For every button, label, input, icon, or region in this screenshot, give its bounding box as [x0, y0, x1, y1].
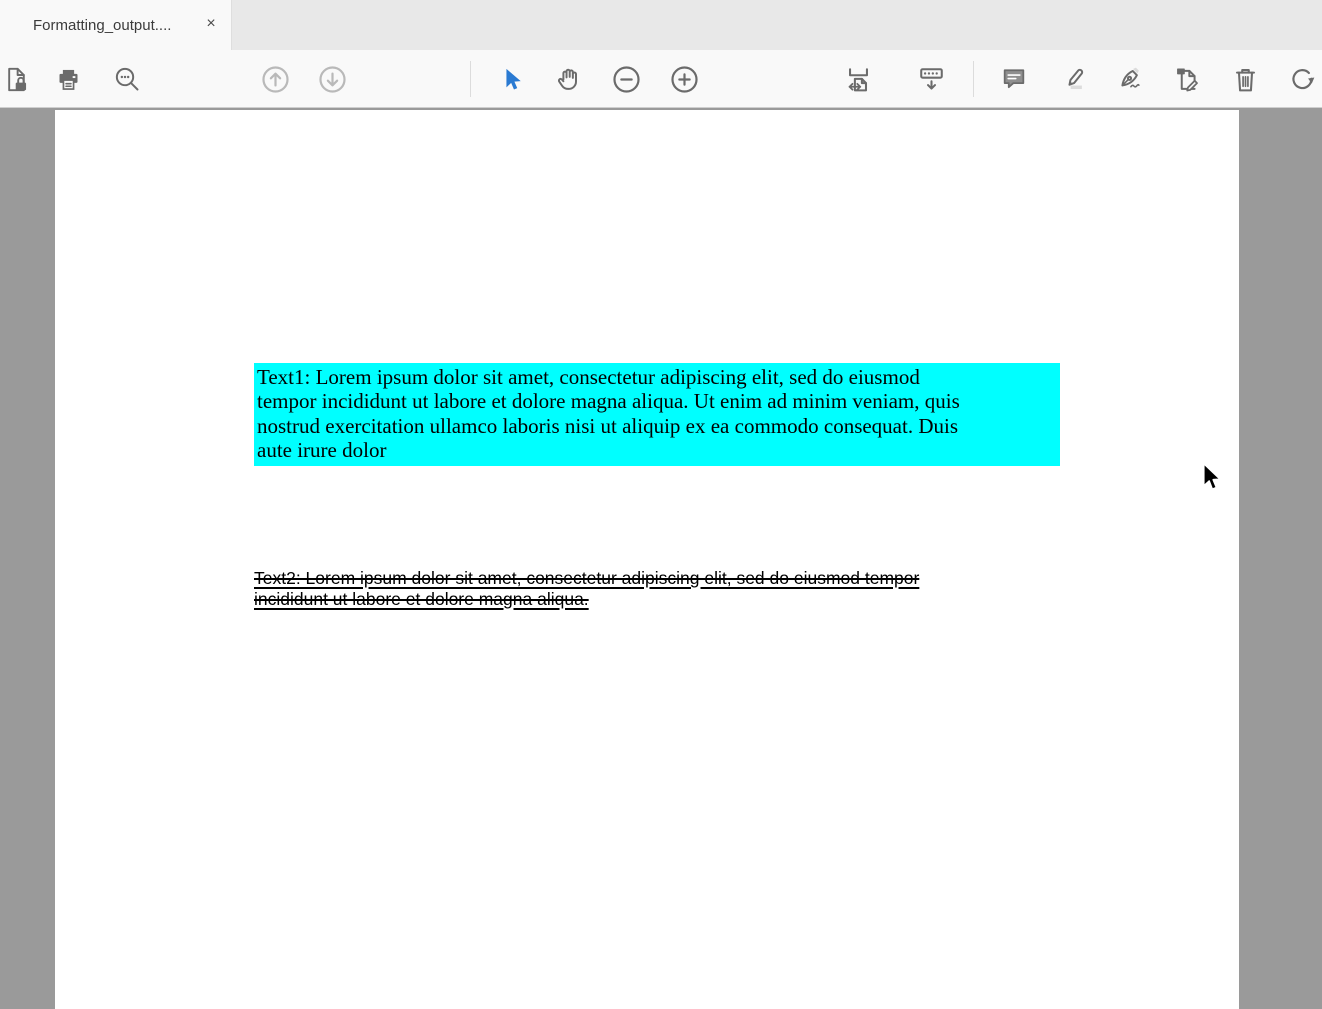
pointer-icon: [498, 66, 525, 93]
text2-line: incididunt ut labore et dolore magna ali…: [254, 589, 1024, 610]
tab-title: Formatting_output....: [33, 17, 171, 34]
hide-toolbar-button[interactable]: [914, 61, 948, 97]
text1-line: Text1: Lorem ipsum dolor sit amet, conse…: [257, 365, 1060, 389]
fit-width-icon: [844, 65, 873, 94]
text1-line: nostrud exercitation ullamco laboris nis…: [257, 414, 1060, 438]
document-lock-button[interactable]: [0, 61, 33, 97]
arrow-up-circle-icon: [260, 64, 291, 95]
tab-close-icon[interactable]: ×: [200, 13, 222, 35]
comment-button[interactable]: [997, 61, 1031, 97]
comment-icon: [1000, 65, 1028, 93]
trash-icon: [1231, 65, 1260, 94]
toolbar-divider: [973, 61, 974, 97]
strikethrough-underline-text-annotation[interactable]: Text2: Lorem ipsum dolor sit amet, conse…: [254, 568, 1024, 609]
rotate-icon: [1288, 65, 1317, 94]
edit-document-icon: [1173, 65, 1201, 93]
arrow-down-circle-icon: [317, 64, 348, 95]
text1-line: aute irure dolor: [257, 438, 1060, 462]
pdf-viewer-window: Formatting_output.... ×: [0, 0, 1322, 1009]
next-page-button[interactable]: [315, 61, 349, 97]
document-lock-icon: [3, 66, 30, 93]
select-tool-button[interactable]: [494, 61, 528, 97]
zoom-out-button[interactable]: [609, 61, 643, 97]
text2-line: Text2: Lorem ipsum dolor sit amet, conse…: [254, 568, 1024, 589]
toolbar-divider: [470, 61, 471, 97]
delete-button[interactable]: [1228, 61, 1262, 97]
rotate-button[interactable]: [1285, 61, 1319, 97]
hand-tool-button[interactable]: [552, 61, 586, 97]
mouse-cursor-icon: [1202, 462, 1222, 492]
highlight-button[interactable]: [1056, 61, 1090, 97]
zoom-in-button[interactable]: [667, 61, 701, 97]
fill-sign-button[interactable]: [1113, 61, 1147, 97]
edit-pdf-button[interactable]: [1170, 61, 1204, 97]
minus-circle-icon: [611, 64, 642, 95]
previous-page-button[interactable]: [258, 61, 292, 97]
fit-width-button[interactable]: [841, 61, 875, 97]
search-icon: [113, 65, 141, 93]
print-button[interactable]: [51, 61, 85, 97]
document-viewport: Text1: Lorem ipsum dolor sit amet, conse…: [0, 109, 1322, 1009]
hide-toolbar-icon: [917, 65, 946, 94]
highlighter-icon: [1059, 65, 1087, 93]
hand-icon: [555, 65, 583, 93]
pdf-page[interactable]: Text1: Lorem ipsum dolor sit amet, conse…: [55, 110, 1239, 1009]
tab-bar: Formatting_output.... ×: [0, 0, 1322, 50]
text1-line: tempor incididunt ut labore et dolore ma…: [257, 389, 1060, 413]
plus-circle-icon: [669, 64, 700, 95]
toolbar: / 1 100%: [0, 50, 1322, 108]
print-icon: [55, 66, 82, 93]
fountain-pen-icon: [1116, 65, 1144, 93]
document-tab[interactable]: Formatting_output.... ×: [0, 0, 232, 50]
find-button[interactable]: [110, 61, 144, 97]
highlighted-text-annotation[interactable]: Text1: Lorem ipsum dolor sit amet, conse…: [254, 363, 1060, 466]
